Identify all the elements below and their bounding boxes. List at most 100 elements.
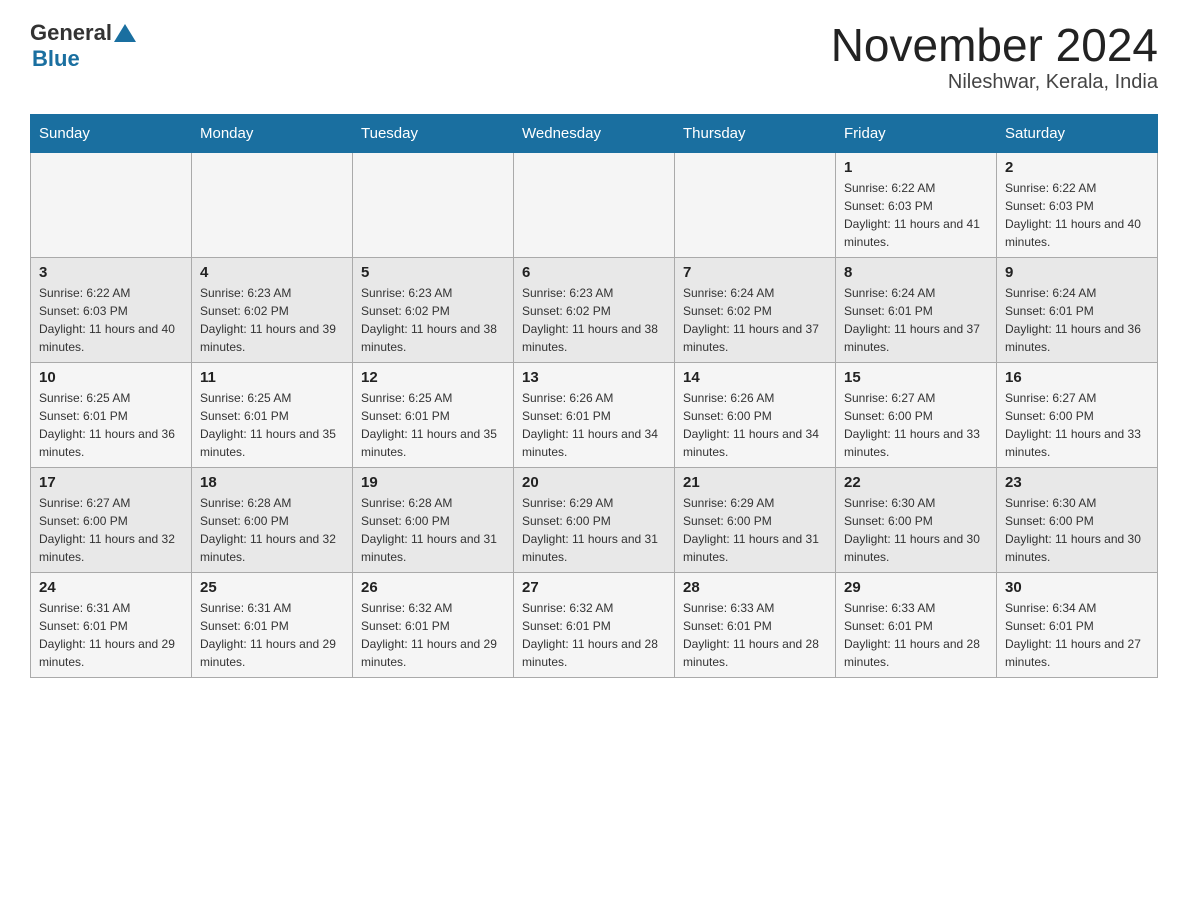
day-info: Sunrise: 6:32 AM Sunset: 6:01 PM Dayligh… bbox=[361, 599, 505, 671]
calendar-cell bbox=[514, 152, 675, 257]
day-info: Sunrise: 6:29 AM Sunset: 6:00 PM Dayligh… bbox=[683, 494, 827, 566]
title-block: November 2024 Nileshwar, Kerala, India bbox=[831, 20, 1158, 94]
day-number: 6 bbox=[522, 264, 666, 281]
day-info: Sunrise: 6:27 AM Sunset: 6:00 PM Dayligh… bbox=[844, 389, 988, 461]
day-info: Sunrise: 6:34 AM Sunset: 6:01 PM Dayligh… bbox=[1005, 599, 1149, 671]
day-info: Sunrise: 6:26 AM Sunset: 6:01 PM Dayligh… bbox=[522, 389, 666, 461]
calendar-cell: 16 Sunrise: 6:27 AM Sunset: 6:00 PM Dayli… bbox=[997, 362, 1158, 467]
day-number: 2 bbox=[1005, 159, 1149, 176]
day-number: 23 bbox=[1005, 474, 1149, 491]
calendar-week-row: 3 Sunrise: 6:22 AM Sunset: 6:03 PM Daylig… bbox=[31, 257, 1158, 362]
day-number: 29 bbox=[844, 579, 988, 596]
calendar-cell: 6 Sunrise: 6:23 AM Sunset: 6:02 PM Daylig… bbox=[514, 257, 675, 362]
calendar-week-row: 24 Sunrise: 6:31 AM Sunset: 6:01 PM Dayli… bbox=[31, 572, 1158, 677]
calendar-cell: 27 Sunrise: 6:32 AM Sunset: 6:01 PM Dayli… bbox=[514, 572, 675, 677]
day-of-week-header: Sunday bbox=[31, 114, 192, 152]
day-number: 15 bbox=[844, 369, 988, 386]
calendar-cell: 9 Sunrise: 6:24 AM Sunset: 6:01 PM Daylig… bbox=[997, 257, 1158, 362]
day-info: Sunrise: 6:25 AM Sunset: 6:01 PM Dayligh… bbox=[361, 389, 505, 461]
calendar-cell: 3 Sunrise: 6:22 AM Sunset: 6:03 PM Daylig… bbox=[31, 257, 192, 362]
day-number: 24 bbox=[39, 579, 183, 596]
day-number: 1 bbox=[844, 159, 988, 176]
day-number: 26 bbox=[361, 579, 505, 596]
day-info: Sunrise: 6:23 AM Sunset: 6:02 PM Dayligh… bbox=[522, 284, 666, 356]
calendar-week-row: 1 Sunrise: 6:22 AM Sunset: 6:03 PM Daylig… bbox=[31, 152, 1158, 257]
day-info: Sunrise: 6:27 AM Sunset: 6:00 PM Dayligh… bbox=[39, 494, 183, 566]
day-number: 3 bbox=[39, 264, 183, 281]
day-number: 4 bbox=[200, 264, 344, 281]
day-number: 12 bbox=[361, 369, 505, 386]
calendar-cell: 5 Sunrise: 6:23 AM Sunset: 6:02 PM Daylig… bbox=[353, 257, 514, 362]
day-info: Sunrise: 6:32 AM Sunset: 6:01 PM Dayligh… bbox=[522, 599, 666, 671]
day-number: 9 bbox=[1005, 264, 1149, 281]
day-number: 10 bbox=[39, 369, 183, 386]
day-number: 13 bbox=[522, 369, 666, 386]
day-info: Sunrise: 6:24 AM Sunset: 6:01 PM Dayligh… bbox=[1005, 284, 1149, 356]
calendar-cell: 12 Sunrise: 6:25 AM Sunset: 6:01 PM Dayli… bbox=[353, 362, 514, 467]
day-info: Sunrise: 6:22 AM Sunset: 6:03 PM Dayligh… bbox=[844, 179, 988, 251]
calendar-cell: 15 Sunrise: 6:27 AM Sunset: 6:00 PM Dayli… bbox=[836, 362, 997, 467]
day-info: Sunrise: 6:28 AM Sunset: 6:00 PM Dayligh… bbox=[200, 494, 344, 566]
day-number: 20 bbox=[522, 474, 666, 491]
day-number: 21 bbox=[683, 474, 827, 491]
day-info: Sunrise: 6:24 AM Sunset: 6:01 PM Dayligh… bbox=[844, 284, 988, 356]
day-number: 5 bbox=[361, 264, 505, 281]
calendar-cell: 24Sunrise: 6:31 AM Sunset: 6:01 PM Dayli… bbox=[31, 572, 192, 677]
day-number: 25 bbox=[200, 579, 344, 596]
day-number: 30 bbox=[1005, 579, 1149, 596]
day-info: Sunrise: 6:31 AM Sunset: 6:01 PM Dayligh… bbox=[200, 599, 344, 671]
day-info: Sunrise: 6:22 AM Sunset: 6:03 PM Dayligh… bbox=[1005, 179, 1149, 251]
day-info: Sunrise: 6:27 AM Sunset: 6:00 PM Dayligh… bbox=[1005, 389, 1149, 461]
day-info: Sunrise: 6:25 AM Sunset: 6:01 PM Dayligh… bbox=[39, 389, 183, 461]
day-number: 11 bbox=[200, 369, 344, 386]
day-info: Sunrise: 6:24 AM Sunset: 6:02 PM Dayligh… bbox=[683, 284, 827, 356]
calendar-cell: 1 Sunrise: 6:22 AM Sunset: 6:03 PM Daylig… bbox=[836, 152, 997, 257]
calendar-cell: 28Sunrise: 6:33 AM Sunset: 6:01 PM Dayli… bbox=[675, 572, 836, 677]
calendar-cell: 23Sunrise: 6:30 AM Sunset: 6:00 PM Dayli… bbox=[997, 467, 1158, 572]
day-number: 17 bbox=[39, 474, 183, 491]
day-of-week-header: Wednesday bbox=[514, 114, 675, 152]
day-of-week-header: Saturday bbox=[997, 114, 1158, 152]
day-number: 7 bbox=[683, 264, 827, 281]
calendar-cell: 17 Sunrise: 6:27 AM Sunset: 6:00 PM Dayli… bbox=[31, 467, 192, 572]
page-title: November 2024 bbox=[831, 20, 1158, 71]
day-of-week-header: Tuesday bbox=[353, 114, 514, 152]
day-info: Sunrise: 6:23 AM Sunset: 6:02 PM Dayligh… bbox=[361, 284, 505, 356]
day-info: Sunrise: 6:33 AM Sunset: 6:01 PM Dayligh… bbox=[844, 599, 988, 671]
day-number: 19 bbox=[361, 474, 505, 491]
day-info: Sunrise: 6:28 AM Sunset: 6:00 PM Dayligh… bbox=[361, 494, 505, 566]
day-number: 16 bbox=[1005, 369, 1149, 386]
day-number: 27 bbox=[522, 579, 666, 596]
calendar-cell: 29 Sunrise: 6:33 AM Sunset: 6:01 PM Dayli… bbox=[836, 572, 997, 677]
calendar-cell: 20Sunrise: 6:29 AM Sunset: 6:00 PM Dayli… bbox=[514, 467, 675, 572]
calendar-cell bbox=[675, 152, 836, 257]
calendar-cell: 22Sunrise: 6:30 AM Sunset: 6:00 PM Dayli… bbox=[836, 467, 997, 572]
day-number: 14 bbox=[683, 369, 827, 386]
day-number: 28 bbox=[683, 579, 827, 596]
calendar-cell: 10 Sunrise: 6:25 AM Sunset: 6:01 PM Dayli… bbox=[31, 362, 192, 467]
page-header: General Blue November 2024 Nileshwar, Ke… bbox=[30, 20, 1158, 94]
day-info: Sunrise: 6:22 AM Sunset: 6:03 PM Dayligh… bbox=[39, 284, 183, 356]
calendar-cell: 18Sunrise: 6:28 AM Sunset: 6:00 PM Dayli… bbox=[192, 467, 353, 572]
calendar-week-row: 17 Sunrise: 6:27 AM Sunset: 6:00 PM Dayli… bbox=[31, 467, 1158, 572]
calendar-cell: 25 Sunrise: 6:31 AM Sunset: 6:01 PM Dayli… bbox=[192, 572, 353, 677]
calendar-cell bbox=[192, 152, 353, 257]
calendar-cell bbox=[31, 152, 192, 257]
calendar-cell: 8 Sunrise: 6:24 AM Sunset: 6:01 PM Daylig… bbox=[836, 257, 997, 362]
day-of-week-header: Friday bbox=[836, 114, 997, 152]
calendar-table: SundayMondayTuesdayWednesdayThursdayFrid… bbox=[30, 114, 1158, 678]
day-number: 8 bbox=[844, 264, 988, 281]
calendar-header: SundayMondayTuesdayWednesdayThursdayFrid… bbox=[31, 114, 1158, 152]
day-info: Sunrise: 6:23 AM Sunset: 6:02 PM Dayligh… bbox=[200, 284, 344, 356]
calendar-cell: 19 Sunrise: 6:28 AM Sunset: 6:00 PM Dayli… bbox=[353, 467, 514, 572]
logo-blue-text: Blue bbox=[32, 46, 80, 71]
logo-general-text: General bbox=[30, 20, 112, 46]
calendar-cell bbox=[353, 152, 514, 257]
days-of-week-row: SundayMondayTuesdayWednesdayThursdayFrid… bbox=[31, 114, 1158, 152]
day-info: Sunrise: 6:26 AM Sunset: 6:00 PM Dayligh… bbox=[683, 389, 827, 461]
calendar-body: 1 Sunrise: 6:22 AM Sunset: 6:03 PM Daylig… bbox=[31, 152, 1158, 677]
day-of-week-header: Monday bbox=[192, 114, 353, 152]
page-subtitle: Nileshwar, Kerala, India bbox=[831, 71, 1158, 94]
calendar-cell: 7 Sunrise: 6:24 AM Sunset: 6:02 PM Daylig… bbox=[675, 257, 836, 362]
calendar-week-row: 10 Sunrise: 6:25 AM Sunset: 6:01 PM Dayli… bbox=[31, 362, 1158, 467]
